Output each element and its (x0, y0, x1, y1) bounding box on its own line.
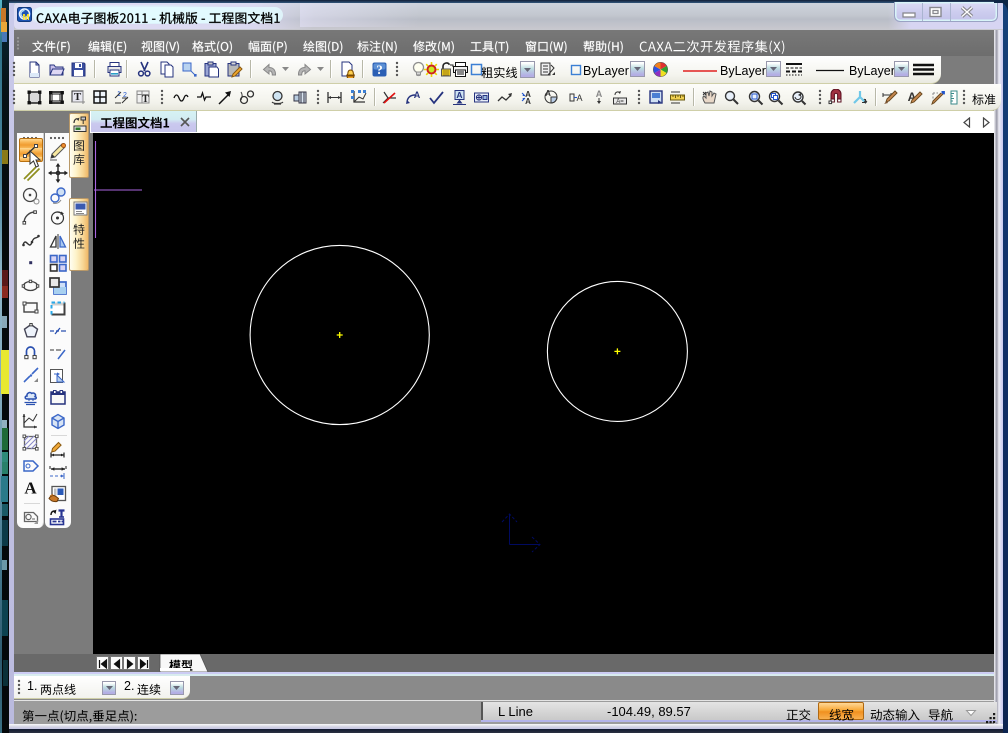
svg-text:A: A (24, 479, 37, 498)
svg-text:T: T (74, 91, 82, 103)
svg-text:A=: A= (616, 99, 624, 105)
svg-text:A: A (414, 90, 421, 100)
svg-text:T: T (142, 94, 149, 105)
svg-text:A: A (596, 89, 603, 99)
svg-text:A: A (456, 90, 462, 100)
svg-text:?: ? (376, 62, 383, 77)
svg-text:A: A (525, 97, 531, 106)
svg-text:A: A (576, 93, 582, 103)
svg-text:M: M (22, 12, 29, 22)
